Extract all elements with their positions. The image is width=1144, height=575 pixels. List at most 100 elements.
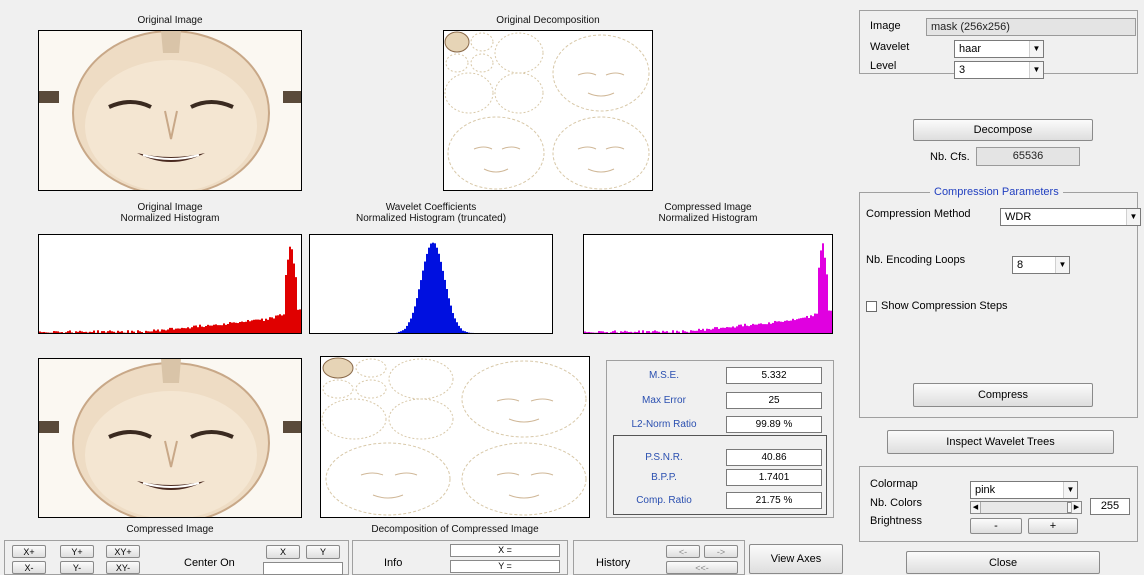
histogram-bar (538, 333, 540, 334)
original-histogram[interactable] (38, 234, 302, 334)
histogram-bar (380, 333, 382, 334)
colormap-value: pink (975, 484, 996, 496)
histogram-bar (714, 327, 716, 333)
histogram-bar (808, 318, 810, 333)
histogram-bar (97, 330, 99, 333)
caption-orig-hist-2: Normalized Histogram (120, 213, 220, 224)
histogram-bar (634, 331, 636, 333)
level-select[interactable]: 3 ▼ (954, 61, 1044, 79)
histogram-bar (273, 318, 275, 333)
colormap-select[interactable]: pink ▼ (970, 481, 1078, 499)
histogram-bar (396, 332, 398, 333)
histogram-bar (350, 333, 352, 334)
histogram-bar (816, 313, 818, 333)
close-button[interactable]: Close (906, 551, 1100, 574)
histogram-bar (746, 325, 748, 333)
histogram-bar (682, 330, 684, 333)
caption-orig-hist-1: Original Image (137, 202, 203, 213)
zoom-in-y-button[interactable]: Y+ (60, 545, 94, 558)
zoom-out-x-button[interactable]: X- (12, 561, 46, 574)
histogram-bar (730, 327, 732, 333)
zoom-out-xy-button[interactable]: XY- (106, 561, 140, 574)
histogram-bar (45, 332, 47, 333)
zoom-in-xy-button[interactable]: XY+ (106, 545, 140, 558)
histogram-bar (263, 321, 265, 333)
histogram-bar (502, 333, 504, 334)
histogram-bar (107, 331, 109, 333)
compression-method-select[interactable]: WDR ▼ (1000, 208, 1141, 226)
history-forward-button[interactable]: -> (704, 545, 738, 558)
compressed-histogram[interactable] (583, 234, 833, 334)
info-label: Info (384, 557, 403, 569)
chevron-left-icon[interactable]: ◀ (971, 502, 981, 513)
histogram-bar (824, 257, 826, 333)
histogram-bar (121, 331, 123, 333)
histogram-bar (215, 324, 217, 333)
encoding-loops-select[interactable]: 8 ▼ (1012, 256, 1070, 274)
histogram-bar (584, 331, 586, 333)
histogram-bar (269, 317, 271, 333)
histogram-bar (287, 259, 289, 333)
zoom-in-x-button[interactable]: X+ (12, 545, 46, 558)
brightness-increase-button[interactable]: + (1028, 518, 1078, 534)
histogram-bar (360, 333, 362, 334)
metric-value: 1.7401 (726, 469, 822, 486)
histogram-bar (259, 319, 261, 333)
brightness-decrease-button[interactable]: - (970, 518, 1022, 534)
histogram-bar (173, 329, 175, 333)
histogram-bar (720, 327, 722, 333)
wavelet-select-value: haar (959, 43, 982, 55)
histogram-bar (243, 322, 245, 333)
chevron-right-icon[interactable]: ▶ (1071, 502, 1081, 513)
wavelet-select[interactable]: haar ▼ (954, 40, 1044, 58)
histogram-bar (211, 325, 213, 333)
histogram-bar (830, 310, 832, 333)
wavelet-histogram[interactable] (309, 234, 553, 334)
original-decomposition[interactable] (443, 30, 653, 191)
decompose-button[interactable]: Decompose (913, 119, 1093, 141)
histogram-bar (95, 332, 97, 333)
compressed-image[interactable] (38, 358, 302, 518)
zoom-out-y-button[interactable]: Y- (60, 561, 94, 574)
histogram-bar (155, 330, 157, 333)
histogram-bar (382, 333, 384, 334)
info-y-readout: Y = (450, 560, 560, 573)
histogram-bar (532, 333, 534, 334)
histogram-bar (93, 330, 95, 333)
histogram-bar (710, 329, 712, 333)
histogram-bar (494, 333, 496, 334)
histogram-bar (754, 324, 756, 333)
center-on-input[interactable] (263, 562, 343, 575)
histogram-bar (177, 328, 179, 333)
original-image[interactable] (38, 30, 302, 191)
nb-colors-slider[interactable]: ◀ ▶ (970, 501, 1082, 514)
caption-original-image: Original Image (137, 15, 203, 26)
mask-face-compressed-image (39, 359, 301, 517)
histogram-bar (414, 306, 416, 333)
histogram-bar (81, 331, 83, 333)
histogram-bar (712, 328, 714, 333)
histogram-bar (526, 333, 528, 334)
center-on-x-button[interactable]: X (266, 545, 300, 559)
histogram-bar (796, 319, 798, 333)
histogram-bar (346, 333, 348, 334)
nb-colors-value[interactable]: 255 (1090, 498, 1130, 515)
histogram-bar (163, 329, 165, 333)
histogram-bar (672, 330, 674, 333)
histogram-bar (275, 315, 277, 333)
center-on-y-button[interactable]: Y (306, 545, 340, 559)
show-steps-checkbox[interactable] (866, 301, 877, 312)
histogram-bar (109, 330, 111, 333)
compressed-decomposition[interactable] (320, 356, 590, 518)
histogram-bar (85, 331, 87, 333)
compress-button[interactable]: Compress (913, 383, 1093, 407)
inspect-wavelet-trees-button[interactable]: Inspect Wavelet Trees (887, 430, 1114, 454)
histogram-bar (231, 322, 233, 333)
histogram-bar (175, 328, 177, 333)
view-axes-button[interactable]: View Axes (749, 544, 843, 574)
histogram-bar (43, 331, 45, 333)
history-back-button[interactable]: <- (666, 545, 700, 558)
histogram-bar (143, 332, 145, 333)
histogram-bar (724, 327, 726, 333)
history-start-button[interactable]: <<- (666, 561, 738, 574)
